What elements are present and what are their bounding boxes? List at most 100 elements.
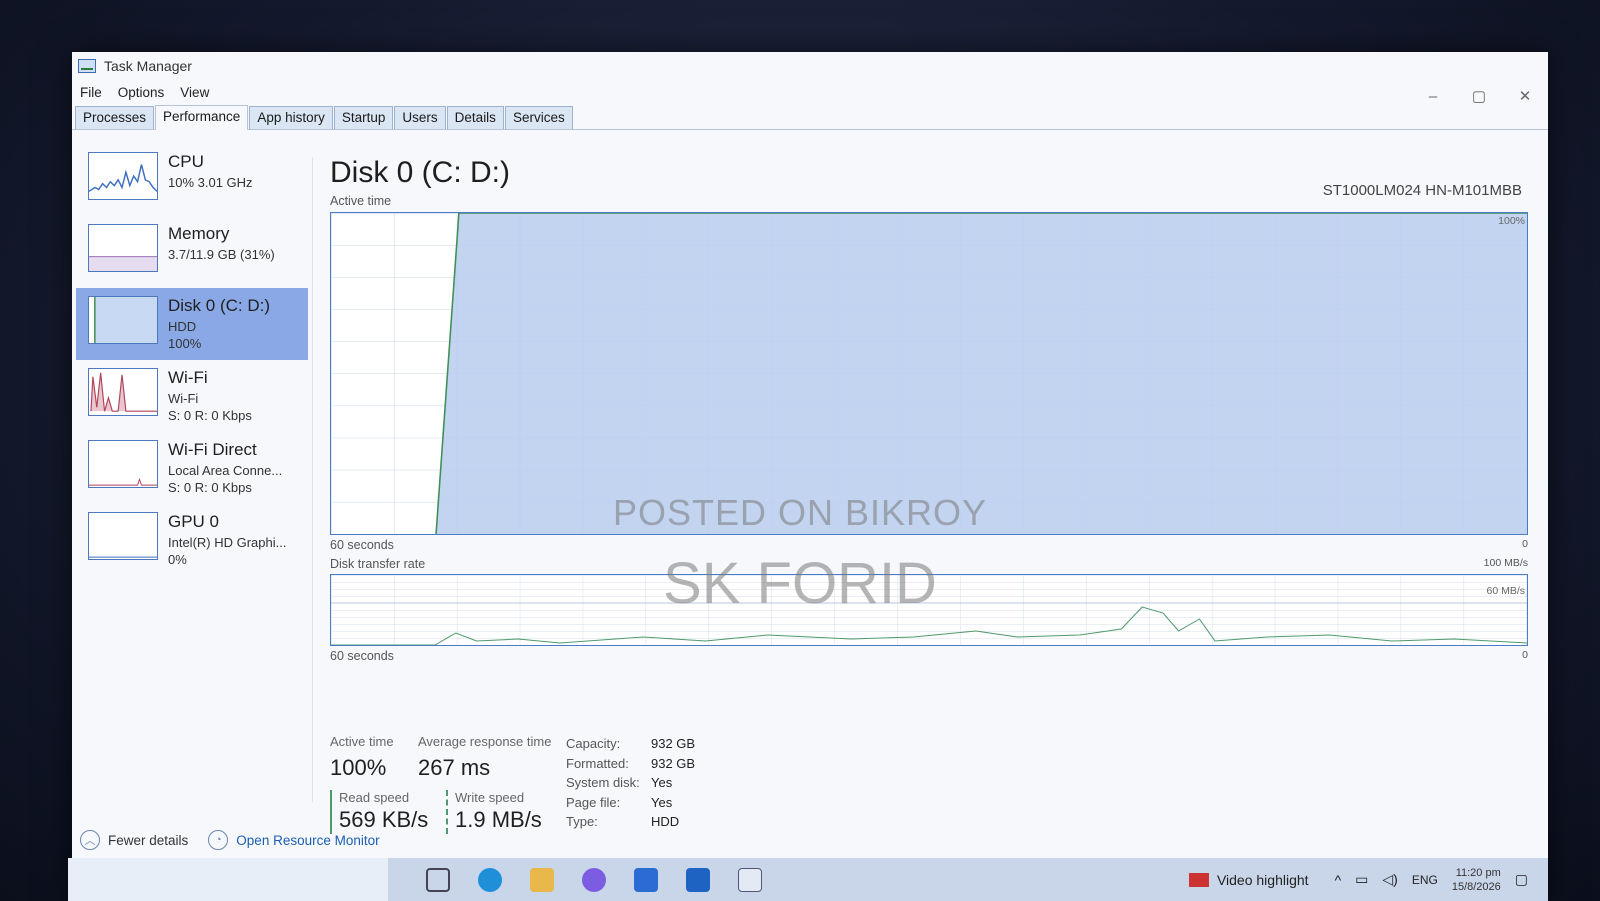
task-manager-taskbar-icon[interactable] [738, 867, 762, 892]
chevron-up-icon[interactable]: ^ [1335, 872, 1342, 888]
property-key: Capacity: [566, 736, 621, 751]
tab-users[interactable]: Users [394, 106, 446, 129]
avg-response-label: Average response time [418, 734, 552, 749]
property-row: System disk: Yes [566, 773, 695, 793]
watermark-posted: POSTED ON BIKROY [612, 492, 988, 533]
cpu-thumbnail-graph [88, 152, 158, 200]
volume-icon[interactable]: ◁) [1382, 871, 1397, 888]
property-value: 932 GB [651, 736, 696, 751]
store-icon[interactable] [634, 867, 658, 892]
sidebar-item-detail: Local Area Conne... [168, 463, 283, 478]
sidebar-item-label: CPU [168, 152, 204, 171]
task-manager-window: Task Manager – ▢ ✕ File Options View Pro… [72, 52, 1548, 901]
sidebar-item-cpu[interactable]: CPU 10% 3.01 GHz [76, 144, 308, 216]
lang-indicator[interactable]: ENG [1412, 873, 1438, 887]
property-key: Type: [566, 814, 598, 829]
tab-details[interactable]: Details [446, 106, 504, 129]
task-view-icon[interactable] [426, 867, 450, 892]
sidebar-item-detail: 100% [168, 336, 202, 351]
task-manager-icon [78, 59, 96, 73]
active-time-stat-label: Active time [330, 734, 394, 749]
property-row: Type: HDD [566, 812, 695, 832]
property-key: Formatted: [566, 755, 629, 771]
active-time-graph [331, 212, 1527, 535]
write-speed-value: 1.9 MB/s [455, 807, 542, 832]
clock[interactable]: 11:20 pm 15/8/2026 [1452, 866, 1501, 894]
wifi-thumbnail-graph [88, 368, 158, 416]
tab-bar: Processes Performance App history Startu… [72, 104, 1548, 130]
restore-button[interactable]: ▢ [1456, 82, 1502, 112]
resource-monitor-icon: ◔ [208, 830, 229, 850]
sidebar-item-detail: Wi-Fi [168, 391, 199, 406]
transfer-rate-x-label: 60 seconds [330, 649, 394, 663]
tab-startup[interactable]: Startup [333, 106, 394, 129]
disk-model: ST1000LM024 HN-M101MBB [1322, 182, 1522, 199]
network-icon[interactable]: ▭ [1355, 871, 1368, 888]
write-speed-label: Write speed [455, 790, 525, 805]
tab-services[interactable]: Services [504, 106, 573, 129]
property-value: HDD [651, 814, 680, 829]
sidebar-item-label: Disk 0 (C: D:) [168, 296, 270, 315]
close-button[interactable]: ✕ [1502, 82, 1548, 112]
transfer-rate-min-label: 0 [1522, 649, 1528, 661]
tab-processes[interactable]: Processes [75, 106, 155, 129]
active-time-chart: 100% [330, 212, 1528, 535]
tab-performance[interactable]: Performance [155, 105, 249, 130]
sidebar-item-memory[interactable]: Memory 3.7/11.9 GB (31%) [76, 216, 308, 288]
sidebar-item-disk0[interactable]: Disk 0 (C: D:) HDD 100% [76, 288, 308, 360]
notification-icon[interactable]: ▢ [1515, 871, 1528, 888]
window-controls: – ▢ ✕ [1410, 82, 1548, 112]
sidebar-item-detail: 3.7/11.9 GB (31%) [168, 247, 275, 262]
file-explorer-icon[interactable] [530, 867, 554, 892]
taskbar-apps [412, 867, 776, 892]
disk-thumbnail-graph [88, 296, 158, 344]
sidebar-item-wifi[interactable]: Wi-Fi Wi-Fi S: 0 R: 0 Kbps [76, 360, 308, 432]
video-highlight-label[interactable]: Video highlight [1217, 872, 1309, 888]
property-value: Yes [651, 794, 673, 810]
property-value: 932 GB [651, 755, 696, 771]
title-bar: Task Manager [72, 52, 1548, 80]
property-key: Page file: [566, 794, 621, 810]
wifi-direct-thumbnail-graph [88, 440, 158, 488]
menu-file[interactable]: File [80, 85, 102, 100]
footer: ︿ Fewer details ◔ Open Resource Monitor [80, 830, 380, 850]
sidebar-item-label: Wi-Fi Direct [168, 440, 257, 459]
clock-time: 11:20 pm [1455, 866, 1501, 879]
open-resource-monitor-link[interactable]: Open Resource Monitor [236, 833, 379, 848]
property-value: Yes [651, 775, 673, 790]
property-row: Page file: Yes [566, 793, 695, 813]
sidebar-item-detail: Intel(R) HD Graphi... [168, 535, 287, 550]
chevron-up-icon[interactable]: ︿ [80, 830, 100, 850]
copilot-icon[interactable] [582, 867, 606, 892]
edge-icon[interactable] [478, 867, 502, 892]
pane-divider[interactable] [312, 157, 313, 802]
sidebar-item-label: Memory [168, 224, 230, 243]
taskbar: Video highlight ^ ▭ ◁) ENG 11:20 pm 15/8… [68, 858, 1548, 901]
menu-view[interactable]: View [180, 85, 209, 100]
system-tray: Video highlight ^ ▭ ◁) ENG 11:20 pm 15/8… [1175, 858, 1528, 901]
taskbar-search[interactable] [68, 858, 388, 901]
active-time-max-label: 100% [1498, 215, 1525, 227]
sidebar-item-detail: HDD [168, 319, 197, 334]
minimize-button[interactable]: – [1410, 82, 1456, 112]
active-time-stat-value: 100% [330, 755, 387, 780]
outlook-icon[interactable] [686, 867, 710, 892]
window-title: Task Manager [104, 58, 192, 74]
sidebar-item-detail: 10% 3.01 GHz [168, 175, 253, 190]
property-row: Formatted: 932 GB [566, 754, 695, 774]
memory-thumbnail-graph [88, 224, 158, 272]
read-speed-label: Read speed [339, 790, 410, 805]
sidebar-item-label: Wi-Fi [168, 368, 208, 387]
video-highlight-icon[interactable] [1188, 872, 1209, 887]
avg-response-value: 267 ms [418, 755, 491, 780]
menu-options[interactable]: Options [118, 85, 165, 100]
clock-date: 15/8/2026 [1451, 880, 1501, 893]
menu-bar: File Options View [72, 80, 1548, 104]
property-key: System disk: [566, 775, 640, 790]
property-row: Capacity: 932 GB [566, 734, 695, 754]
tab-app-history[interactable]: App history [249, 106, 333, 129]
watermark-seller: SK FORID [663, 551, 937, 616]
disk-properties: Capacity: 932 GB Formatted: 932 GB System … [566, 734, 695, 832]
fewer-details-button[interactable]: Fewer details [108, 833, 188, 848]
sidebar-item-detail: S: 0 R: 0 Kbps [168, 408, 252, 423]
